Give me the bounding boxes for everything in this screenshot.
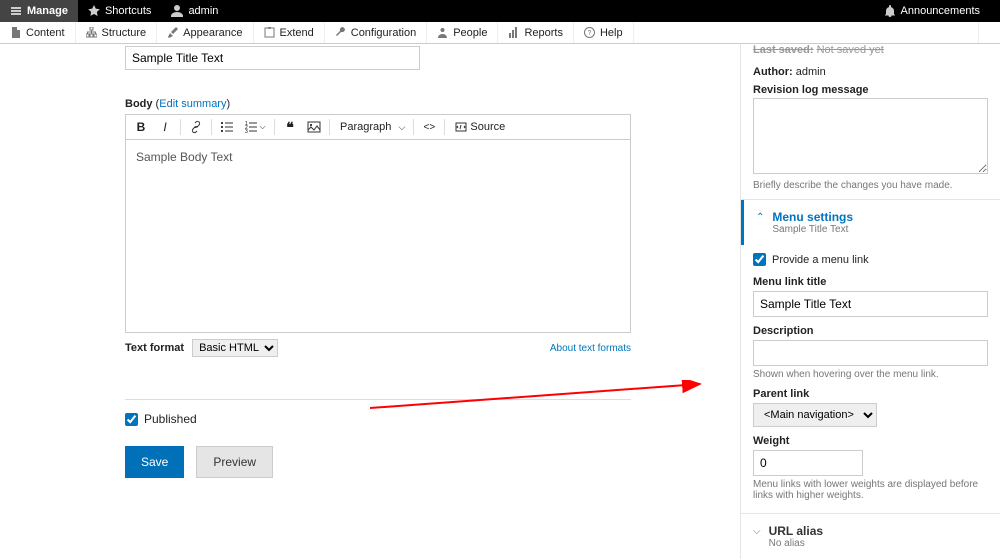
weight-input[interactable] bbox=[753, 450, 863, 476]
editor-bulleted-list-button[interactable] bbox=[216, 117, 238, 137]
url-alias-panel: ⌵ URL alias No alias bbox=[741, 513, 1000, 559]
edit-summary-link[interactable]: Edit summary bbox=[159, 98, 226, 110]
editor-source-button[interactable]: Source bbox=[449, 117, 511, 137]
editor-blockquote-button[interactable]: ❝ bbox=[279, 117, 301, 137]
arrow-left-icon bbox=[989, 27, 990, 38]
manage-label: Manage bbox=[27, 5, 68, 17]
revision-log-textarea[interactable] bbox=[753, 98, 988, 174]
shortcuts-menu[interactable]: Shortcuts bbox=[78, 0, 161, 22]
menu-reports[interactable]: Reports bbox=[498, 22, 574, 43]
editor-bold-button[interactable]: B bbox=[130, 117, 152, 137]
last-saved-row: Last saved: Not saved yet bbox=[741, 44, 1000, 64]
url-alias-header[interactable]: ⌵ URL alias No alias bbox=[741, 514, 1000, 559]
bars-icon bbox=[508, 27, 519, 38]
text-format-select[interactable]: Basic HTML bbox=[192, 339, 278, 357]
parent-link-select[interactable]: <Main navigation> bbox=[753, 403, 877, 427]
weight-help: Menu links with lower weights are displa… bbox=[753, 479, 988, 501]
description-help: Shown when hovering over the menu link. bbox=[753, 369, 988, 380]
provide-menu-link-wrapper[interactable]: Provide a menu link bbox=[753, 253, 988, 266]
editor-toolbar: B I 123 ⌵ ❝ Par bbox=[126, 115, 630, 140]
weight-label: Weight bbox=[753, 435, 988, 447]
save-button[interactable]: Save bbox=[125, 446, 184, 478]
announcements-menu[interactable]: Announcements bbox=[874, 0, 991, 22]
menu-settings-header[interactable]: ⌃ Menu settings Sample Title Text bbox=[741, 200, 1000, 245]
revision-log-label: Revision log message bbox=[741, 80, 1000, 98]
star-icon bbox=[88, 5, 100, 17]
user-menu[interactable]: admin bbox=[161, 0, 228, 22]
editor-image-button[interactable] bbox=[303, 117, 325, 137]
bell-icon bbox=[884, 5, 896, 17]
menu-link-title-input[interactable] bbox=[753, 291, 988, 317]
help-icon: ? bbox=[584, 27, 595, 38]
list-ul-icon bbox=[220, 120, 234, 134]
menu-structure[interactable]: Structure bbox=[76, 22, 158, 43]
menu-help[interactable]: ? Help bbox=[574, 22, 634, 43]
author-row: Author: admin bbox=[741, 64, 1000, 80]
editor-body[interactable]: Sample Body Text bbox=[126, 140, 630, 332]
file-icon bbox=[10, 27, 21, 38]
menu-appearance[interactable]: Appearance bbox=[157, 22, 253, 43]
entity-meta-sidebar: Last saved: Not saved yet Author: admin … bbox=[740, 44, 1000, 559]
title-input[interactable] bbox=[125, 46, 420, 70]
menu-settings-panel: ⌃ Menu settings Sample Title Text Provid… bbox=[741, 199, 1000, 513]
image-icon bbox=[307, 120, 321, 134]
editor-heading-dropdown[interactable]: Paragraph bbox=[334, 117, 409, 137]
user-label: admin bbox=[188, 5, 218, 17]
people-icon bbox=[437, 27, 448, 38]
menu-link-title-label: Menu link title bbox=[753, 276, 988, 288]
published-label: Published bbox=[144, 412, 197, 426]
puzzle-icon bbox=[264, 27, 275, 38]
about-text-formats-link[interactable]: About text formats bbox=[550, 343, 631, 354]
description-input[interactable] bbox=[753, 340, 988, 366]
wysiwyg-editor: B I 123 ⌵ ❝ Par bbox=[125, 114, 631, 333]
menu-configuration[interactable]: Configuration bbox=[325, 22, 427, 43]
body-field-label: Body (Edit summary) bbox=[125, 98, 720, 110]
svg-text:?: ? bbox=[588, 30, 592, 37]
editor-italic-button[interactable]: I bbox=[154, 117, 176, 137]
description-label: Description bbox=[753, 325, 988, 337]
shortcuts-label: Shortcuts bbox=[105, 5, 151, 17]
wrench-icon bbox=[335, 27, 346, 38]
brush-icon bbox=[167, 27, 178, 38]
admin-menu: Content Structure Appearance Extend Conf… bbox=[0, 22, 1000, 44]
editor-numbered-list-button[interactable]: 123 ⌵ bbox=[240, 117, 270, 137]
manage-menu[interactable]: Manage bbox=[0, 0, 78, 22]
parent-link-label: Parent link bbox=[753, 388, 988, 400]
list-ol-icon: 123 bbox=[244, 120, 258, 134]
published-checkbox-wrapper[interactable]: Published bbox=[125, 412, 720, 426]
published-checkbox[interactable] bbox=[125, 413, 138, 426]
provide-menu-link-checkbox[interactable] bbox=[753, 253, 766, 266]
admin-toolbar: Manage Shortcuts admin Announcements bbox=[0, 0, 1000, 22]
text-format-label: Text format bbox=[125, 342, 184, 354]
menu-people[interactable]: People bbox=[427, 22, 498, 43]
menu-extend[interactable]: Extend bbox=[254, 22, 325, 43]
source-icon bbox=[455, 121, 467, 133]
hamburger-icon bbox=[10, 5, 22, 17]
preview-button[interactable]: Preview bbox=[196, 446, 273, 478]
divider bbox=[125, 399, 631, 400]
link-icon bbox=[189, 120, 203, 134]
structure-icon bbox=[86, 27, 97, 38]
chevron-down-icon: ⌵ bbox=[753, 526, 761, 537]
svg-text:3: 3 bbox=[245, 129, 248, 134]
announcements-label: Announcements bbox=[901, 5, 981, 17]
chevron-up-icon: ⌃ bbox=[756, 212, 764, 223]
menu-content[interactable]: Content bbox=[0, 22, 76, 43]
revision-log-help: Briefly describe the changes you have ma… bbox=[741, 177, 1000, 199]
editor-code-button[interactable]: <> bbox=[418, 117, 440, 137]
toolbar-orientation-toggle[interactable] bbox=[978, 22, 1000, 43]
user-icon bbox=[171, 5, 183, 17]
editor-link-button[interactable] bbox=[185, 117, 207, 137]
